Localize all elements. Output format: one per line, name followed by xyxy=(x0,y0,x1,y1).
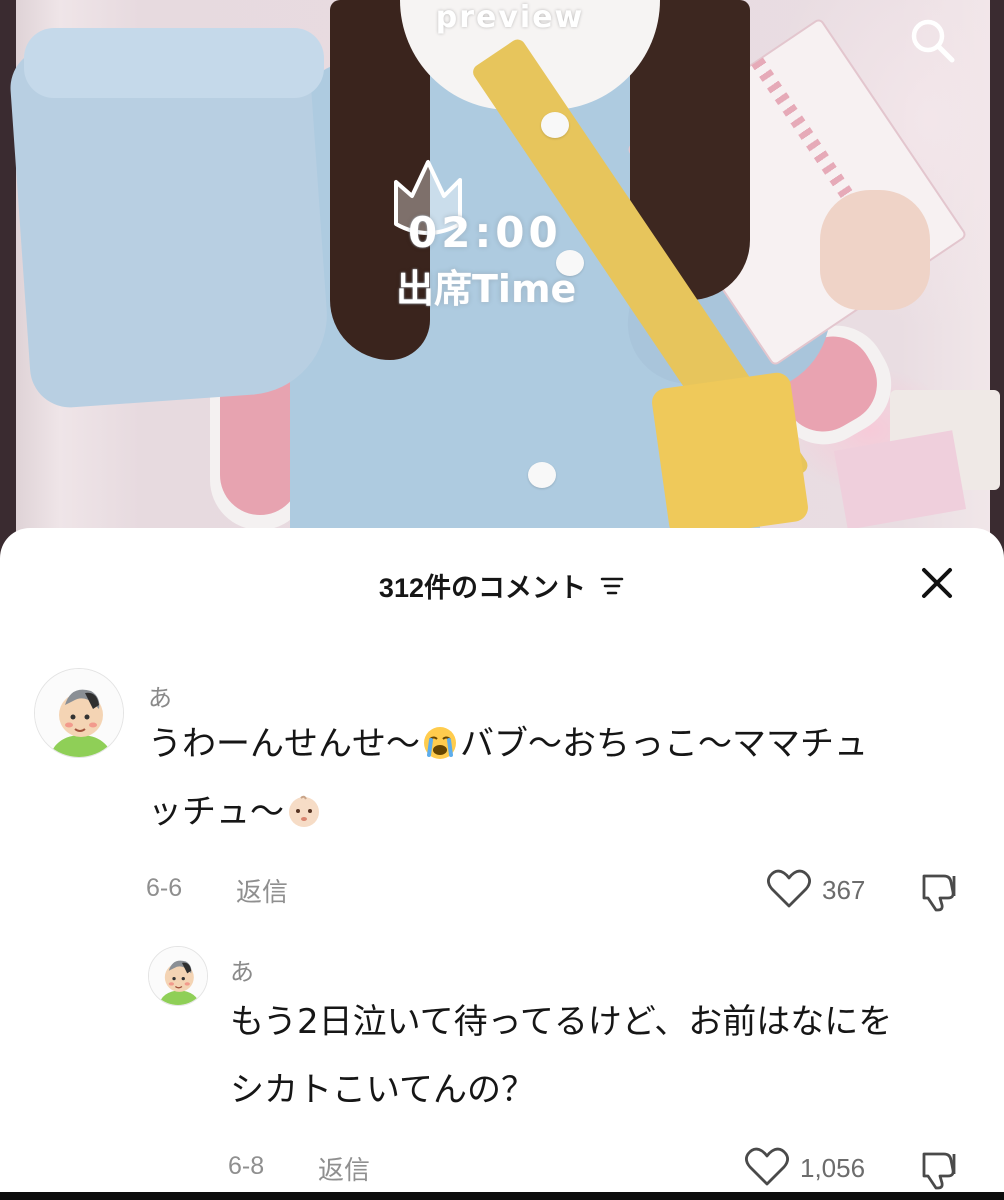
reply-button[interactable]: 返信 xyxy=(318,1150,370,1187)
avatar[interactable] xyxy=(34,668,124,758)
smock-button xyxy=(528,462,556,488)
video-preview[interactable]: preview 02:00 出席Time xyxy=(0,0,1004,560)
comment-text-segment: シカトこいてんの？ xyxy=(230,1070,535,1110)
preview-label: preview xyxy=(435,0,585,35)
search-icon[interactable] xyxy=(906,14,958,66)
crying-face-emoji-icon xyxy=(424,727,456,759)
comment-text: もう2日泣いて待ってるけど、お前はなにを シカトこいてんの？ xyxy=(230,988,990,1124)
thumbs-down-icon[interactable] xyxy=(916,870,962,912)
comments-header: 312件のコメント xyxy=(0,566,1004,606)
comments-title: 312件のコメント xyxy=(378,573,586,603)
avatar[interactable] xyxy=(148,946,208,1006)
avatar-illustration xyxy=(35,669,123,757)
comment-date: 6-8 xyxy=(228,1152,265,1180)
like-count: 367 xyxy=(822,875,866,905)
close-icon[interactable] xyxy=(912,558,962,608)
comment-text: うわーんせんせ〜 バブ〜おちっこ〜ママチュ ッチュ〜 xyxy=(148,710,978,846)
bottom-edge xyxy=(0,1192,1004,1200)
sleeve-cuff xyxy=(24,28,324,98)
like-count: 1,056 xyxy=(800,1153,866,1183)
comments-panel: 312件のコメント あ うわーんせんせ〜 バブ〜おちっこ〜ママチュ ッチュ〜 6… xyxy=(0,528,1004,1192)
timer-display: 02:00 xyxy=(408,208,562,257)
avatar-illustration xyxy=(149,947,207,1005)
background-box xyxy=(833,430,967,530)
heart-icon[interactable] xyxy=(766,868,812,910)
comment-text-segment: もう2日泣いて待ってるけど、お前はなにを xyxy=(230,1002,893,1042)
comment-text-segment: うわーんせんせ〜 xyxy=(148,724,420,764)
thumbs-down-icon[interactable] xyxy=(916,1148,962,1190)
comment-text-segment: ッチュ〜 xyxy=(148,792,284,832)
reply-button[interactable]: 返信 xyxy=(236,872,288,909)
comment-text-segment: バブ〜おちっこ〜ママチュ xyxy=(460,724,868,764)
bag xyxy=(650,370,810,540)
smock-button xyxy=(541,112,569,138)
comment-username[interactable]: あ xyxy=(148,678,172,713)
sort-icon[interactable] xyxy=(599,575,625,597)
comment-date: 6-6 xyxy=(146,874,183,902)
baby-emoji-icon xyxy=(289,795,319,827)
heart-icon[interactable] xyxy=(744,1146,790,1188)
hand xyxy=(820,190,930,310)
comment-username[interactable]: あ xyxy=(230,952,254,987)
timer-caption: 出席Time xyxy=(396,267,577,311)
